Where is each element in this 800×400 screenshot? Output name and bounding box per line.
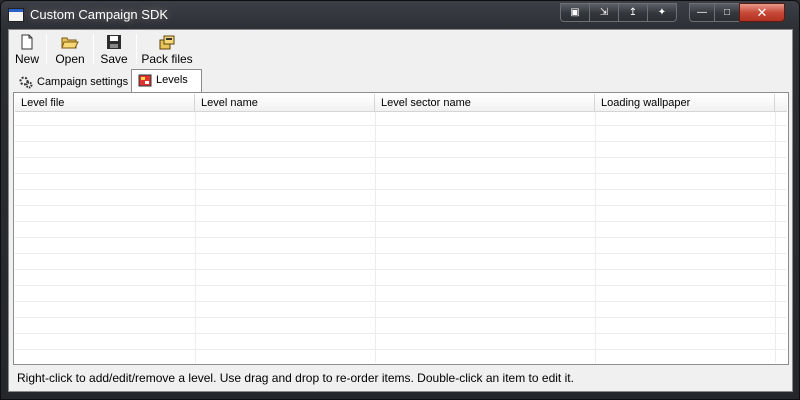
app-icon[interactable] bbox=[8, 8, 24, 22]
gears-icon bbox=[19, 76, 33, 89]
new-file-icon bbox=[18, 34, 36, 50]
toolbar-separator bbox=[136, 34, 137, 64]
tab-label: Campaign settings bbox=[37, 76, 129, 88]
list-header: Level file Level name Level sector name … bbox=[15, 94, 787, 112]
save-button[interactable]: Save bbox=[97, 32, 131, 66]
pack-files-icon bbox=[158, 34, 176, 50]
save-disk-icon bbox=[105, 34, 123, 50]
pack-files-button[interactable]: Pack files bbox=[140, 32, 194, 66]
save-label: Save bbox=[100, 52, 128, 66]
column-gridline bbox=[775, 112, 776, 363]
new-button[interactable]: New bbox=[11, 32, 43, 66]
open-label: Open bbox=[55, 52, 85, 66]
fullscreen-icon[interactable]: ⇲ bbox=[589, 3, 619, 22]
levels-panel: Level file Level name Level sector name … bbox=[13, 92, 789, 365]
open-button[interactable]: Open bbox=[51, 32, 89, 66]
column-header-loading-wallpaper[interactable]: Loading wallpaper bbox=[595, 94, 775, 112]
title-bar[interactable]: Custom Campaign SDK ▣ ⇲ ↥ ✦ — □ ✕ bbox=[1, 1, 799, 29]
column-gridline bbox=[595, 112, 596, 363]
toolbar-separator bbox=[46, 34, 47, 64]
tab-levels[interactable]: Levels bbox=[131, 69, 202, 93]
new-label: New bbox=[14, 52, 39, 66]
pin-icon[interactable]: ✦ bbox=[647, 3, 677, 22]
status-bar: Right-click to add/edit/remove a level. … bbox=[9, 366, 792, 391]
tab-label: Levels bbox=[156, 74, 188, 86]
levels-list[interactable]: Level file Level name Level sector name … bbox=[15, 94, 787, 363]
close-icon[interactable]: ✕ bbox=[739, 3, 785, 22]
toolbar-separator bbox=[93, 34, 94, 64]
minimize-icon[interactable]: — bbox=[689, 3, 715, 22]
column-gridline bbox=[375, 112, 376, 363]
levels-icon bbox=[138, 74, 152, 87]
pack-files-label: Pack files bbox=[141, 52, 193, 66]
toolbar: New Open Save Pack files bbox=[9, 30, 792, 68]
tab-campaign-settings[interactable]: Campaign settings bbox=[13, 72, 134, 93]
column-header-level-file[interactable]: Level file bbox=[15, 94, 195, 112]
column-header-level-sector-name[interactable]: Level sector name bbox=[375, 94, 595, 112]
restore-icon[interactable]: ▣ bbox=[560, 3, 590, 22]
window-title: Custom Campaign SDK bbox=[30, 7, 168, 22]
status-text: Right-click to add/edit/remove a level. … bbox=[17, 371, 574, 385]
pin-up-icon[interactable]: ↥ bbox=[618, 3, 648, 22]
client-area: New Open Save Pack files Campaign settin… bbox=[8, 29, 793, 392]
tab-strip: Campaign settings Levels bbox=[9, 69, 792, 93]
column-gridline bbox=[195, 112, 196, 363]
column-header-level-name[interactable]: Level name bbox=[195, 94, 375, 112]
app-window: Custom Campaign SDK ▣ ⇲ ↥ ✦ — □ ✕ New Op… bbox=[0, 0, 800, 400]
maximize-icon[interactable]: □ bbox=[714, 3, 740, 22]
open-folder-icon bbox=[61, 34, 79, 50]
